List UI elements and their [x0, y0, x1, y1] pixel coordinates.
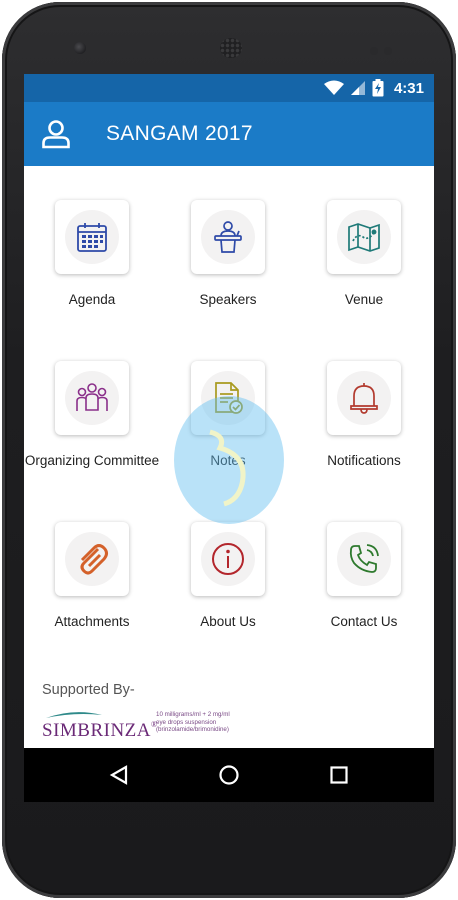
paperclip-icon — [80, 544, 108, 575]
menu-item-label: Contact Us — [330, 614, 398, 629]
person-icon — [42, 120, 70, 149]
menu-item-agenda[interactable]: Agenda — [24, 200, 160, 308]
battery-icon — [372, 79, 384, 97]
info-icon — [212, 543, 244, 575]
swoosh-icon — [46, 712, 102, 718]
menu-item-label: Notifications — [327, 453, 401, 468]
menu-item-attachments[interactable]: Attachments — [24, 522, 160, 630]
phone-icon — [349, 544, 379, 573]
touch-ripple-arc — [209, 429, 246, 507]
menu-item-label: Venue — [344, 292, 384, 307]
back-icon — [109, 765, 128, 785]
bell-icon — [350, 383, 378, 414]
menu-item-contact-us[interactable]: Contact Us — [296, 522, 432, 630]
menu-item-notifications[interactable]: Notifications — [296, 361, 432, 469]
menu-item-label: Attachments — [54, 614, 130, 629]
recents-icon — [330, 766, 348, 784]
group-icon — [76, 383, 108, 411]
profile-button[interactable] — [24, 102, 88, 166]
supported-by-label: Supported By- — [42, 682, 135, 698]
system-nav-bar — [24, 748, 434, 802]
recents-button[interactable] — [319, 755, 359, 795]
app-bar: SANGAM 2017 — [24, 102, 434, 166]
menu-item-about-us[interactable]: About Us — [160, 522, 296, 630]
menu-item-label: Speakers — [199, 292, 257, 307]
calendar-icon — [77, 223, 107, 252]
status-bar: 4:31 — [24, 74, 434, 102]
signal-icon — [350, 81, 365, 95]
home-button[interactable] — [209, 755, 249, 795]
back-button[interactable] — [99, 755, 139, 795]
front-camera — [74, 42, 86, 54]
map-icon — [348, 223, 380, 252]
home-icon — [219, 765, 239, 785]
app-screen: 4:31 SANGAM 2017 Agenda Speakers Venue O… — [24, 74, 434, 802]
proximity-sensors — [370, 42, 404, 55]
menu-item-label: About Us — [200, 614, 256, 629]
menu-item-venue[interactable]: Venue — [296, 200, 432, 308]
menu-item-label: Organizing Committee — [24, 453, 160, 468]
menu-item-speakers[interactable]: Speakers — [160, 200, 296, 308]
menu-item-organizing-committee[interactable]: Organizing Committee — [24, 361, 160, 469]
sponsor-fine-print: 10 milligrams/ml + 2 mg/ml eye drops sus… — [156, 711, 230, 733]
sponsor-logo: SIMBRINZA® 10 milligrams/ml + 2 mg/ml ey… — [42, 708, 242, 742]
earpiece-speaker — [220, 38, 242, 58]
app-title: SANGAM 2017 — [106, 122, 253, 145]
menu-item-label: Agenda — [68, 292, 116, 307]
wifi-icon — [323, 80, 344, 95]
clock: 4:31 — [393, 79, 424, 97]
podium-speaker-icon — [214, 221, 242, 253]
sponsor-brand: SIMBRINZA® — [42, 720, 158, 741]
